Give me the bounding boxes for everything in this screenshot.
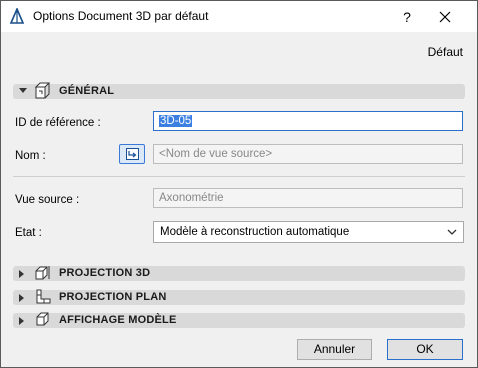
chevron-down-icon [447, 227, 457, 239]
link-arrow-icon [126, 148, 139, 160]
name-placeholder: <Nom de vue source> [159, 148, 273, 160]
close-icon [439, 11, 451, 23]
link-name-button[interactable] [119, 144, 145, 164]
default-button[interactable]: Défaut [428, 45, 463, 59]
name-label: Nom : [15, 150, 46, 162]
section-model-display-header[interactable]: AFFICHAGE MODÈLE [13, 310, 465, 330]
collapse-arrow-icon [19, 88, 27, 93]
title-bar[interactable]: Options Document 3D par défaut ? [1, 1, 477, 32]
section-projection-3d-label: PROJECTION 3D [59, 267, 151, 279]
state-value: Modèle à reconstruction automatique [160, 226, 350, 238]
section-general-label: GÉNÉRAL [59, 85, 115, 97]
projection-3d-icon [33, 263, 53, 283]
reference-id-value: 3D-05 [159, 115, 193, 127]
archicad-app-icon [9, 6, 25, 24]
source-view-field: Axonométrie [153, 188, 463, 208]
source-view-value: Axonométrie [159, 192, 224, 204]
state-select[interactable]: Modèle à reconstruction automatique [153, 221, 464, 243]
reference-id-label: ID de référence : [15, 117, 101, 129]
dialog-window: Options Document 3D par défaut ? Défaut … [0, 0, 478, 368]
section-model-display-label: AFFICHAGE MODÈLE [59, 314, 177, 326]
name-input[interactable]: <Nom de vue source> [153, 144, 463, 164]
state-label: Etat : [15, 227, 42, 239]
divider [13, 176, 465, 177]
document-3d-icon [33, 81, 53, 101]
section-general-header[interactable]: GÉNÉRAL [13, 81, 465, 101]
ok-button[interactable]: OK [387, 339, 463, 360]
window-title: Options Document 3D par défaut [33, 9, 209, 23]
expand-arrow-icon [19, 270, 24, 278]
section-projection-3d-header[interactable]: PROJECTION 3D [13, 266, 465, 281]
expand-arrow-icon [19, 294, 24, 302]
source-view-label: Vue source : [15, 194, 80, 206]
model-cube-icon [33, 310, 53, 330]
cancel-button[interactable]: Annuler [297, 339, 372, 360]
close-button[interactable] [433, 6, 457, 28]
section-projection-plan-header[interactable]: PROJECTION PLAN [13, 287, 465, 307]
projection-plan-icon [33, 287, 53, 307]
section-projection-plan-label: PROJECTION PLAN [59, 291, 167, 303]
help-button[interactable]: ? [397, 7, 417, 27]
dialog-body: Défaut GÉNÉRAL ID de référence : 3D-05 N… [1, 32, 477, 367]
expand-arrow-icon [19, 317, 24, 325]
reference-id-input[interactable]: 3D-05 [153, 111, 463, 131]
